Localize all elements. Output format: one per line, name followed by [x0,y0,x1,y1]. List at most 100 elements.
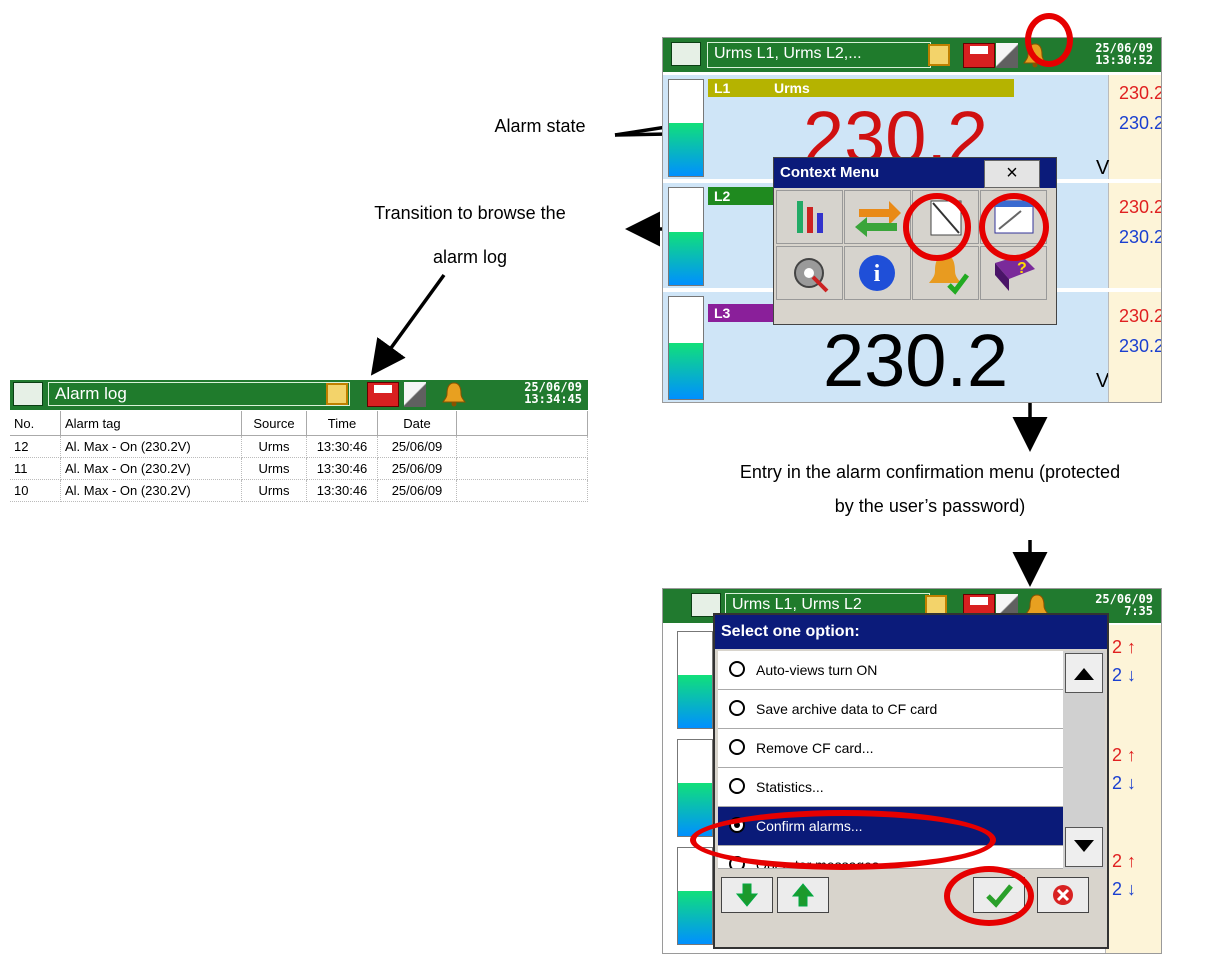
column-header-date[interactable]: Date [377,411,457,436]
channel-l3-bar [668,296,704,400]
svg-text:i: i [874,261,881,287]
move-down-button[interactable] [721,877,773,913]
channel-l3-value: 230.2 [823,319,1009,402]
screen-toggle-icon[interactable] [996,43,1018,68]
refresh-icon[interactable] [928,44,950,66]
channel-l1-bar [677,631,713,729]
channel-l3-max: 230.2 ↑ [1119,306,1162,326]
channel-l3-min: 230.2 ↓ [1119,336,1162,356]
highlight-ring-confirm-button [944,866,1034,926]
cell-no: 11 [10,457,61,480]
cell-empty [456,479,588,502]
cell-date: 25/06/09 [377,457,457,480]
channel-l1-max: 230.2 ↑ [1119,83,1162,103]
cell-time: 13:30:46 [306,457,378,480]
highlight-ring-confirm-alarms [690,810,996,870]
channel-l1-param: Urms [774,80,810,96]
radio-button[interactable] [729,778,745,794]
option-statistics[interactable]: Statistics... [718,768,1065,807]
cell-time: 13:30:46 [306,479,378,502]
channel-l2-bar [668,187,704,286]
cell-alarm-tag: Al. Max - On (230.2V) [60,435,242,458]
strip-min-2: 2 ↓ [1112,773,1137,793]
alarm-log-datetime: 25/06/09 13:34:45 [490,381,582,405]
options-dialog: Select one option: Auto-views turn ON Sa… [713,613,1109,949]
channel-l3-minmax: 230.2 ↑ 230.2 ↓ [1108,292,1161,402]
measurement-time: 13:30:52 [1095,53,1153,67]
channel-l2-minmax: 230.2 ↑ 230.2 ↓ [1108,183,1161,288]
option-label: Auto-views turn ON [756,662,878,678]
screen-toggle-icon[interactable] [404,382,426,407]
channel-l2-max: 230.2 ↑ [1119,197,1162,217]
alarm-log-topbar: Alarm log 25/06/09 13:34:45 [10,380,588,410]
cell-source: Urms [241,457,307,480]
option-remove-cf-card[interactable]: Remove CF card... [718,729,1065,768]
alarm-log-title[interactable]: Alarm log [48,382,350,406]
radio-button[interactable] [729,700,745,716]
chart-menu-icon[interactable] [13,382,43,406]
move-up-button[interactable] [777,877,829,913]
channel-l1-name: L1 [714,80,731,96]
cell-source: Urms [241,435,307,458]
settings-icon[interactable] [776,246,843,300]
column-header-alarm-tag[interactable]: Alarm tag [60,411,242,436]
cell-alarm-tag: Al. Max - On (230.2V) [60,479,242,502]
cell-date: 25/06/09 [377,479,457,502]
refresh-icon[interactable] [326,383,348,405]
highlight-ring-alarm-log [903,193,971,261]
radio-button[interactable] [729,661,745,677]
channel-l2-min: 230.2 ↓ [1119,227,1162,247]
options-dialog-title: Select one option: [715,615,1107,649]
column-header-time[interactable]: Time [306,411,378,436]
save-icon[interactable] [367,382,399,407]
alarm-log-time: 13:34:45 [524,392,582,406]
cancel-button[interactable] [1037,877,1089,913]
cell-empty [456,435,588,458]
info-icon[interactable]: i [844,246,911,300]
strip-max-2: 2 ↑ [1112,745,1137,765]
svg-text:?: ? [1017,260,1027,277]
cell-date: 25/06/09 [377,435,457,458]
option-label: Remove CF card... [756,740,874,756]
alarm-log-header-row: No. Alarm tag Source Time Date [10,411,588,436]
radio-button[interactable] [729,739,745,755]
option-label: Statistics... [756,779,824,795]
option-auto-views[interactable]: Auto-views turn ON [718,651,1065,690]
scroll-down-button[interactable] [1065,827,1103,867]
alarm-log-table: No. Alarm tag Source Time Date 12 Al. Ma… [10,411,588,502]
chart-menu-icon[interactable] [671,42,701,66]
column-header-no[interactable]: No. [10,411,61,436]
column-header-source[interactable]: Source [241,411,307,436]
chart-icon[interactable] [776,190,843,244]
cell-no: 12 [10,435,61,458]
cell-no: 10 [10,479,61,502]
highlight-ring-window [979,193,1049,261]
cell-alarm-tag: Al. Max - On (230.2V) [60,457,242,480]
save-icon[interactable] [963,43,995,68]
bell-icon[interactable] [440,381,468,407]
measurement-title[interactable]: Urms L1, Urms L2,... [707,42,931,68]
option-save-archive[interactable]: Save archive data to CF card [718,690,1065,729]
channel-l1-minmax: 230.2 ↑ 230.2 ↓ [1108,75,1161,179]
context-menu-close-button[interactable]: × [984,160,1040,188]
arrows-icon[interactable] [844,190,911,244]
column-header-empty [456,411,588,436]
channel-l1-min: 230.2 ↓ [1119,113,1162,133]
measurement-topbar: Urms L1, Urms L2,... 25/06/09 13:30:52 [663,38,1161,72]
table-row[interactable]: 11 Al. Max - On (230.2V) Urms 13:30:46 2… [10,457,588,480]
option-label: Save archive data to CF card [756,701,938,717]
channel-l3-bar [677,847,713,945]
table-row[interactable]: 10 Al. Max - On (230.2V) Urms 13:30:46 2… [10,479,588,502]
scroll-up-button[interactable] [1065,653,1103,693]
cell-time: 13:30:46 [306,435,378,458]
strip-max-1: 2 ↑ [1112,637,1137,657]
table-row[interactable]: 12 Al. Max - On (230.2V) Urms 13:30:46 2… [10,435,588,458]
highlight-ring-bell [1025,13,1073,67]
options-minmax-strip: 2 ↑ 2 ↓ 2 ↑ 2 ↓ 2 ↑ 2 ↓ [1105,625,1161,953]
alarm-log-screen: Alarm log 25/06/09 13:34:45 No. Alarm ta… [10,380,588,540]
channel-l1-bar [668,79,704,177]
strip-min-1: 2 ↓ [1112,665,1137,685]
channel-l2-unit: V [1096,157,1110,179]
options-screen: Urms L1, Urms L2 25/06/09 7:35 2 ↑ 2 ↓ 2… [662,588,1162,954]
channel-l1-label: L1 Urms [708,79,1014,97]
